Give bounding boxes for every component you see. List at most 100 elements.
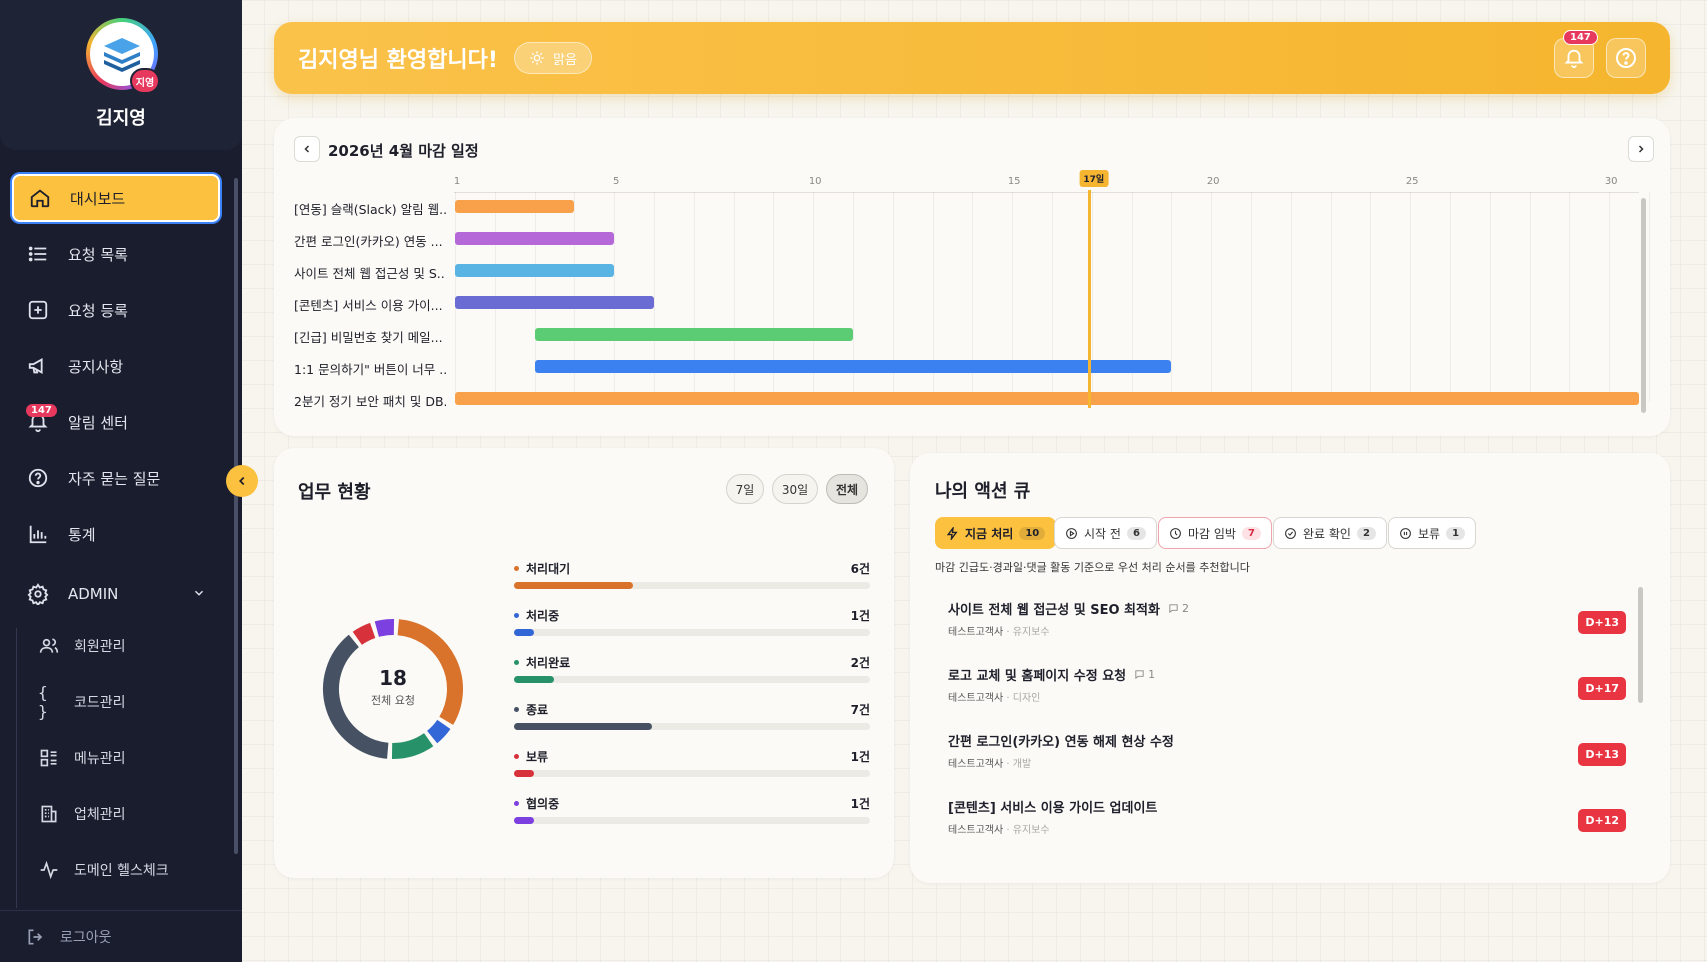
sidebar-item-members[interactable]: 회원관리 <box>22 624 220 668</box>
admin-submenu-line <box>16 628 17 908</box>
sidebar-item-request-list[interactable]: 요청 목록 <box>12 230 220 278</box>
period-7d-button[interactable]: 7일 <box>726 474 764 504</box>
status-progress-fill <box>514 817 534 824</box>
building-icon <box>38 803 60 825</box>
comment-icon <box>1169 604 1178 614</box>
sidebar-item-label: ADMIN <box>68 585 119 603</box>
pulse-icon <box>38 859 60 881</box>
queue-scrollbar[interactable] <box>1638 587 1643 703</box>
play-circle-icon <box>1066 527 1077 539</box>
tab-completion-check[interactable]: 완료 확인 2 <box>1273 517 1387 549</box>
gantt-day-tick: 10 <box>808 176 822 187</box>
sidebar-item-label: 메뉴관리 <box>74 751 126 767</box>
gantt-day-tick: 30 <box>1604 176 1618 187</box>
queue-item-title: 간편 로그인(카카오) 연동 해제 현상 수정 <box>948 735 1174 750</box>
gantt-task-bar[interactable] <box>455 232 615 245</box>
logout-label: 로그아웃 <box>60 929 112 946</box>
work-status-title: 업무 현황 <box>298 482 371 503</box>
sidebar-item-codes[interactable]: { } 코드관리 <box>22 680 220 724</box>
gantt-grid-line <box>1251 192 1252 402</box>
status-row: 처리중 1건 <box>514 607 870 647</box>
queue-item[interactable]: [콘텐츠] 서비스 이용 가이드 업데이트 테스트고객사 · 유지보수 D+12 <box>936 797 1626 855</box>
logout-button[interactable]: 로그아웃 <box>0 910 242 962</box>
period-all-button[interactable]: 전체 <box>826 474 868 504</box>
status-count: 6건 <box>850 562 870 576</box>
total-requests-count: 18 <box>379 666 407 690</box>
tab-count: 2 <box>1356 526 1376 540</box>
tab-deadline-soon[interactable]: 마감 임박 7 <box>1158 517 1272 549</box>
list-icon <box>26 242 50 266</box>
alert-count-badge: 147 <box>26 404 57 417</box>
gantt-task-label[interactable]: [연동] 슬랙(Slack) 알림 웹... <box>294 199 446 218</box>
tab-count: 7 <box>1241 526 1261 540</box>
status-count: 7건 <box>850 703 870 717</box>
status-label: 처리중 <box>526 609 560 623</box>
sidebar-item-label: 자주 묻는 질문 <box>68 469 161 488</box>
gantt-task-bar[interactable] <box>455 200 575 213</box>
donut-segment[interactable] <box>426 719 451 744</box>
pause-circle-icon <box>1400 527 1411 539</box>
gantt-task-label[interactable]: [긴급] 비밀번호 찾기 메일... <box>294 327 446 346</box>
gantt-task-label[interactable]: 2분기 정기 보안 패치 및 DB... <box>294 391 446 410</box>
sidebar-item-stats[interactable]: 통계 <box>12 510 220 558</box>
gantt-day-tick: 25 <box>1405 176 1419 187</box>
gantt-task-bar[interactable] <box>455 264 615 277</box>
weather-chip: 맑음 <box>514 42 592 74</box>
gantt-task-bar[interactable] <box>534 360 1172 373</box>
donut-segment[interactable] <box>391 732 434 759</box>
sidebar-item-label: 도메인 헬스체크 <box>74 863 169 879</box>
sidebar-item-faq[interactable]: 자주 묻는 질문 <box>12 454 220 502</box>
status-donut-chart: 18 전체 요청 <box>318 614 468 764</box>
tab-count: 1 <box>1446 526 1466 540</box>
sidebar-item-request-create[interactable]: 요청 등록 <box>12 286 220 334</box>
queue-item[interactable]: 사이트 전체 웹 접근성 및 SEO 최적화 2 테스트고객사 · 유지보수 D… <box>936 599 1626 657</box>
gantt-task-label[interactable]: 간편 로그인(카카오) 연동 ... <box>294 231 446 250</box>
status-count: 1건 <box>850 797 870 811</box>
sidebar-item-admin[interactable]: ADMIN <box>12 570 220 618</box>
question-circle-icon <box>1616 48 1636 68</box>
profile-name: 김지영 <box>96 108 146 129</box>
notification-count-badge: 147 <box>1563 30 1598 45</box>
help-button[interactable] <box>1606 38 1646 78</box>
gantt-task-bar[interactable] <box>455 392 1639 405</box>
sidebar-item-menus[interactable]: 메뉴관리 <box>22 736 220 780</box>
sidebar-item-alerts[interactable]: 147 알림 센터 <box>12 398 220 446</box>
gantt-task-label[interactable]: [콘텐츠] 서비스 이용 가이... <box>294 295 446 314</box>
dday-badge: D+12 <box>1578 809 1626 832</box>
donut-segment[interactable] <box>352 622 376 645</box>
queue-item-company: 테스트고객사 <box>948 825 1004 836</box>
sidebar-item-health-check[interactable]: 도메인 헬스체크 <box>22 848 220 892</box>
sidebar-scrollbar[interactable] <box>234 178 238 854</box>
home-icon <box>28 186 52 210</box>
sidebar-item-companies[interactable]: 업체관리 <box>22 792 220 836</box>
notification-button[interactable]: 147 <box>1554 30 1598 78</box>
queue-item-company: 테스트고객사 <box>948 627 1004 638</box>
bell-icon <box>1564 49 1584 69</box>
status-label: 종료 <box>526 703 549 717</box>
profile-panel: 지영 김지영 <box>0 0 242 150</box>
gantt-task-label[interactable]: 사이트 전체 웹 접근성 및 S... <box>294 263 446 282</box>
gantt-grid-line <box>1290 192 1292 402</box>
tab-label: 보류 <box>1418 526 1441 541</box>
status-progress-track <box>514 582 870 589</box>
tab-do-now[interactable]: 지금 처리 10 <box>935 517 1057 549</box>
queue-item[interactable]: 간편 로그인(카카오) 연동 해제 현상 수정 테스트고객사 · 개발 D+13 <box>936 731 1626 789</box>
sidebar-item-notices[interactable]: 공지사항 <box>12 342 220 390</box>
status-row: 협의중 1건 <box>514 795 870 835</box>
period-30d-button[interactable]: 30일 <box>772 474 818 504</box>
gantt-scrollbar[interactable] <box>1641 198 1646 413</box>
sidebar-collapse-button[interactable] <box>226 465 258 497</box>
gantt-task-label[interactable]: 1:1 문의하기" 버튼이 너무 ... <box>294 359 446 378</box>
sidebar-item-dashboard[interactable]: 대시보드 <box>12 174 220 222</box>
gantt-grid-line <box>1450 192 1451 402</box>
queue-item-company: 테스트고객사 <box>948 759 1004 770</box>
queue-item-category: 디자인 <box>1012 693 1041 704</box>
tab-not-started[interactable]: 시작 전 6 <box>1054 517 1157 549</box>
queue-item[interactable]: 로고 교체 및 홈페이지 수정 요청 1 테스트고객사 · 디자인 D+17 <box>936 665 1626 723</box>
gantt-task-bar[interactable] <box>455 296 654 309</box>
tab-on-hold[interactable]: 보류 1 <box>1388 517 1477 549</box>
status-label: 보류 <box>526 750 549 764</box>
donut-segment[interactable] <box>374 619 395 637</box>
gantt-task-bar[interactable] <box>534 328 853 341</box>
status-progress-fill <box>514 629 534 636</box>
